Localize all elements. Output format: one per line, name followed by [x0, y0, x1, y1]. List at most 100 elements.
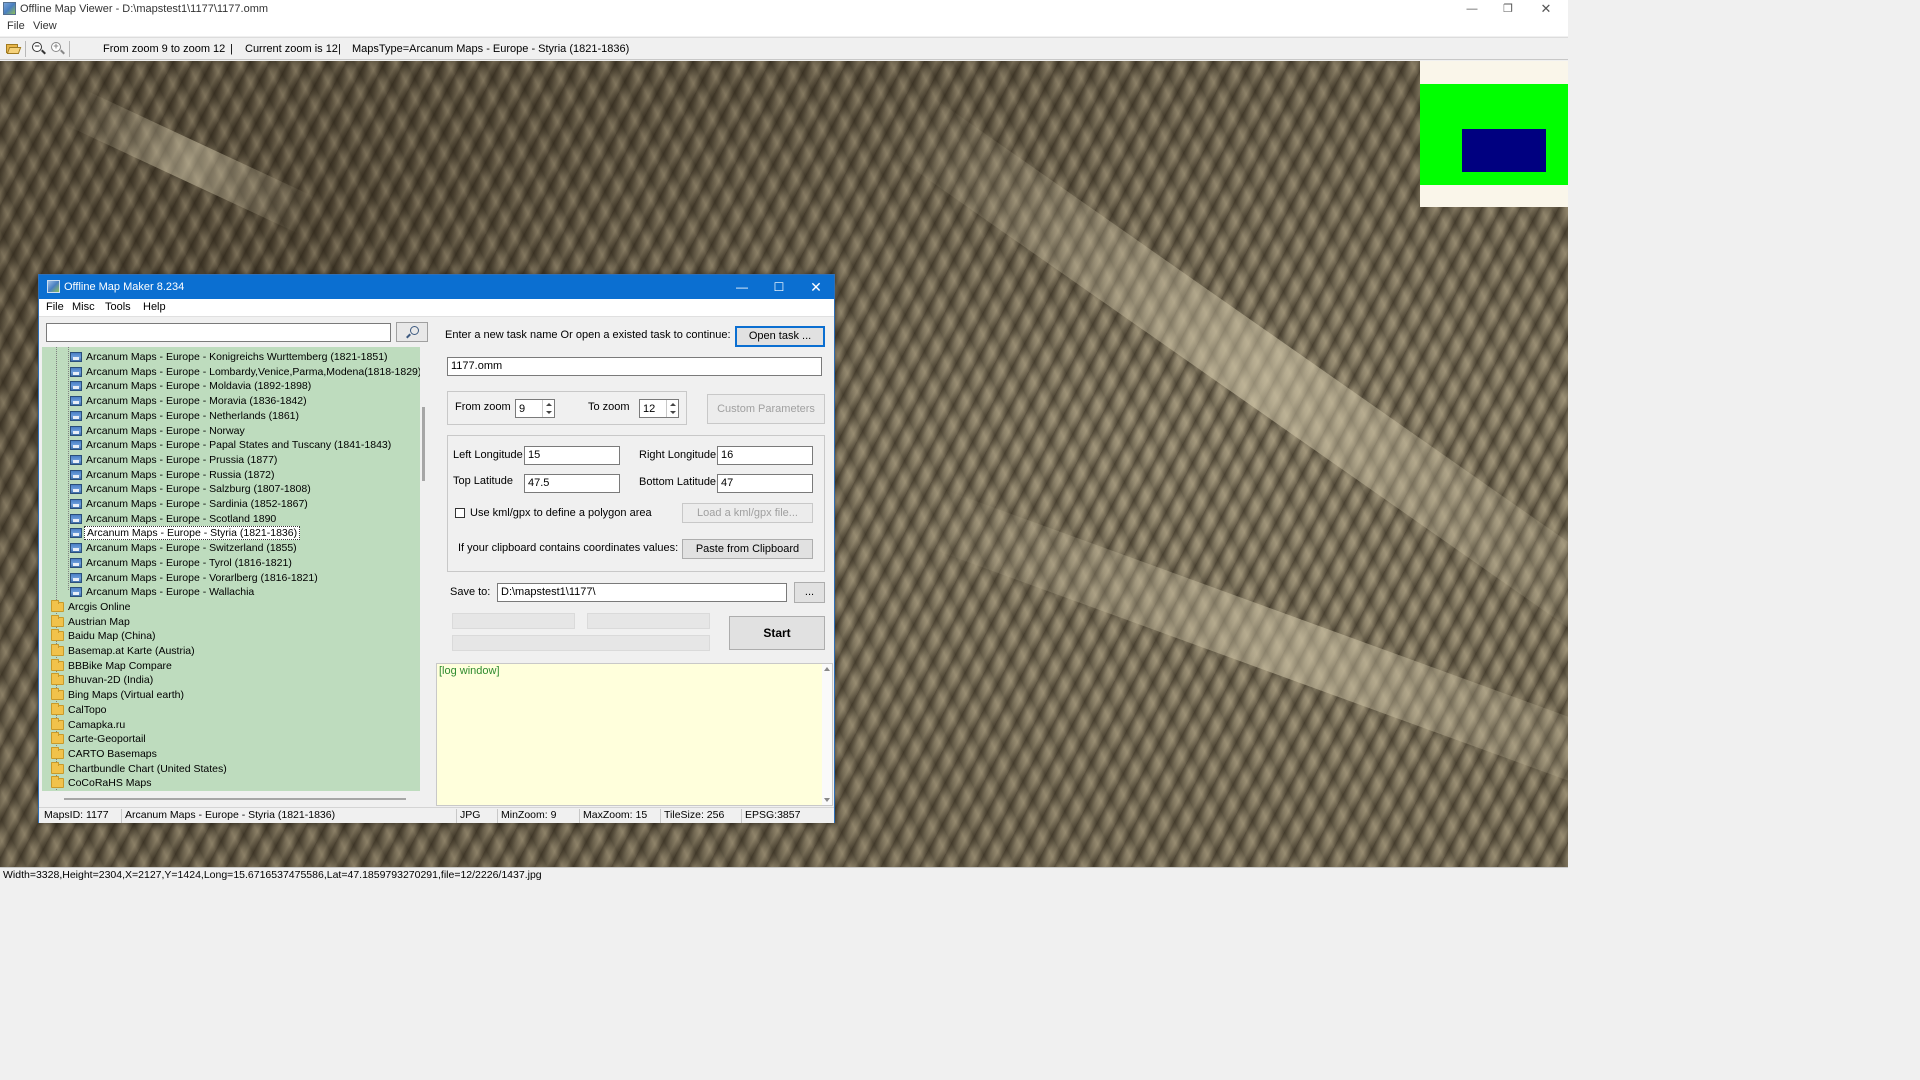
- folder-icon: [51, 732, 64, 745]
- tree-item-label: Arcanum Maps - Europe - Moldavia (1892-1…: [86, 380, 312, 393]
- scrollbar-thumb[interactable]: [422, 407, 425, 481]
- map-layer-icon: [70, 499, 82, 509]
- tree-item-label: Arcanum Maps - Europe - Moravia (1836-18…: [86, 395, 307, 408]
- scroll-up-icon[interactable]: [824, 667, 830, 671]
- scroll-down-icon[interactable]: [824, 798, 830, 802]
- start-button[interactable]: Start: [729, 616, 825, 650]
- folder-icon: [51, 746, 64, 759]
- tree-connector: [68, 347, 69, 590]
- spin-up-icon[interactable]: [546, 403, 552, 406]
- epsg-status: EPSG:3857: [745, 809, 801, 821]
- spin-down-icon[interactable]: [670, 411, 676, 414]
- folder-icon: [51, 688, 64, 701]
- tree-folder-label: CoCoRaHS Maps: [68, 777, 152, 790]
- spin-down-icon[interactable]: [546, 411, 552, 414]
- menu-tools[interactable]: Tools: [105, 301, 131, 313]
- log-window[interactable]: [log window]: [436, 663, 833, 806]
- map-layer-icon: [70, 396, 82, 407]
- map-search-input[interactable]: [46, 323, 391, 342]
- right-longitude-input[interactable]: 16: [717, 446, 813, 465]
- dialog-title-bar[interactable]: Offline Map Maker 8.234 — ☐ ✕: [39, 275, 834, 299]
- overview-minimap[interactable]: [1420, 61, 1568, 207]
- load-kml-button[interactable]: Load a kml/gpx file...: [682, 503, 813, 523]
- folder-icon: [51, 776, 64, 789]
- overview-viewport-rect[interactable]: [1462, 129, 1546, 172]
- bottom-latitude-input[interactable]: 47: [717, 474, 813, 493]
- zoom-range-text: From zoom 9 to zoom 12: [103, 43, 226, 55]
- top-latitude-input[interactable]: 47.5: [524, 474, 620, 493]
- open-task-button[interactable]: Open task ...: [735, 326, 825, 347]
- restore-button[interactable]: ❐: [1490, 0, 1526, 18]
- tree-item-label: Arcanum Maps - Europe - Sardinia (1852-1…: [86, 498, 308, 510]
- minimize-button[interactable]: —: [1454, 0, 1490, 18]
- map-name-status: Arcanum Maps - Europe - Styria (1821-183…: [122, 809, 457, 823]
- tree-folder-label: Camapka.ru: [68, 718, 126, 731]
- menu-help[interactable]: Help: [143, 301, 166, 313]
- save-to-path-input[interactable]: D:\mapstest1\1177\: [497, 583, 787, 602]
- maximize-button[interactable]: ☐: [761, 275, 797, 299]
- map-type-tree[interactable]: Arcanum Maps - Europe - Konigreichs Wurt…: [42, 347, 420, 791]
- tree-horizontal-scrollbar[interactable]: [42, 792, 420, 802]
- menu-view[interactable]: View: [33, 20, 57, 32]
- tree-item-label: Arcanum Maps - Europe - Prussia (1877): [86, 453, 278, 466]
- folder-icon: [51, 599, 64, 612]
- toolbar-divider-text: |: [338, 43, 341, 55]
- custom-parameters-button[interactable]: Custom Parameters: [707, 394, 825, 424]
- menu-file[interactable]: File: [46, 301, 64, 313]
- folder-icon: [51, 702, 64, 715]
- tree-folder-label: CARTO Basemaps: [68, 747, 157, 760]
- folder-icon: [51, 717, 64, 730]
- tree-folder-label: Carte-Geoportail: [68, 733, 146, 746]
- map-terrain-valley: [63, 87, 317, 235]
- menu-file[interactable]: File: [7, 20, 25, 32]
- task-prompt-label: Enter a new task name Or open a existed …: [445, 329, 731, 341]
- close-button[interactable]: ✕: [1528, 0, 1564, 18]
- left-longitude-label: Left Longitude: [453, 449, 523, 461]
- from-zoom-stepper[interactable]: 9: [515, 399, 555, 418]
- folder-icon: [51, 644, 64, 656]
- tile-size-status: TileSize: 256: [661, 809, 742, 823]
- log-scrollbar[interactable]: [822, 664, 832, 805]
- cursor-position-text: Width=3328,Height=2304,X=2127,Y=1424,Lon…: [3, 869, 542, 881]
- tree-item-label: Arcanum Maps - Europe - Styria (1821-183…: [84, 526, 301, 541]
- log-text: [log window]: [439, 665, 500, 677]
- search-button[interactable]: [396, 322, 428, 342]
- zoom-in-icon[interactable]: +: [49, 42, 65, 56]
- folder-icon: [51, 629, 64, 642]
- zoom-out-icon[interactable]: −: [30, 42, 46, 56]
- tree-item-label: Arcanum Maps - Europe - Konigreichs Wurt…: [86, 351, 388, 363]
- tree-item-label: Arcanum Maps - Europe - Netherlands (186…: [86, 409, 300, 422]
- save-to-label: Save to:: [450, 586, 491, 598]
- viewer-window-title: Offline Map Viewer - D:\mapstest1\1177\1…: [20, 3, 269, 15]
- paste-from-clipboard-button[interactable]: Paste from Clipboard: [682, 539, 813, 559]
- minimize-button[interactable]: —: [724, 275, 760, 299]
- tree-folder-label: Austrian Map: [68, 615, 130, 628]
- tree-folder-label: Basemap.at Karte (Austria): [68, 645, 195, 657]
- tree-folder-label: Bhuvan-2D (India): [68, 674, 154, 687]
- tree-item-label: Arcanum Maps - Europe - Scotland 1890: [86, 512, 277, 525]
- from-zoom-value: 9: [519, 403, 526, 415]
- menu-misc[interactable]: Misc: [72, 301, 95, 313]
- map-layer-icon: [70, 352, 82, 362]
- left-longitude-input[interactable]: 15: [524, 446, 620, 465]
- tree-item-label: Arcanum Maps - Europe - Wallachia: [86, 586, 255, 599]
- tree-vertical-scrollbar[interactable]: [420, 347, 428, 791]
- browse-folder-button[interactable]: ...: [794, 582, 825, 603]
- max-zoom-status: MaxZoom: 15: [580, 809, 661, 823]
- spin-up-icon[interactable]: [670, 403, 676, 406]
- map-layer-icon: [70, 528, 82, 539]
- close-button[interactable]: ✕: [798, 275, 834, 299]
- scrollbar-thumb[interactable]: [64, 798, 406, 800]
- task-name-input[interactable]: 1177.omm: [447, 357, 822, 376]
- map-layer-icon: [70, 425, 82, 436]
- tree-folder-label: Baidu Map (China): [68, 630, 156, 643]
- viewer-toolbar: − + From zoom 9 to zoom 12 | Current zoo…: [0, 37, 1568, 60]
- to-zoom-stepper[interactable]: 12: [639, 399, 679, 418]
- dialog-title: Offline Map Maker 8.234: [64, 281, 185, 293]
- maps-type-text: MapsType=Arcanum Maps - Europe - Styria …: [352, 43, 630, 55]
- map-layer-icon: [70, 587, 82, 598]
- map-layer-icon: [70, 410, 82, 421]
- dialog-status-bar: MapsID: 1177 Arcanum Maps - Europe - Sty…: [39, 807, 834, 823]
- kml-checkbox[interactable]: [455, 508, 465, 518]
- open-folder-icon[interactable]: [5, 42, 22, 56]
